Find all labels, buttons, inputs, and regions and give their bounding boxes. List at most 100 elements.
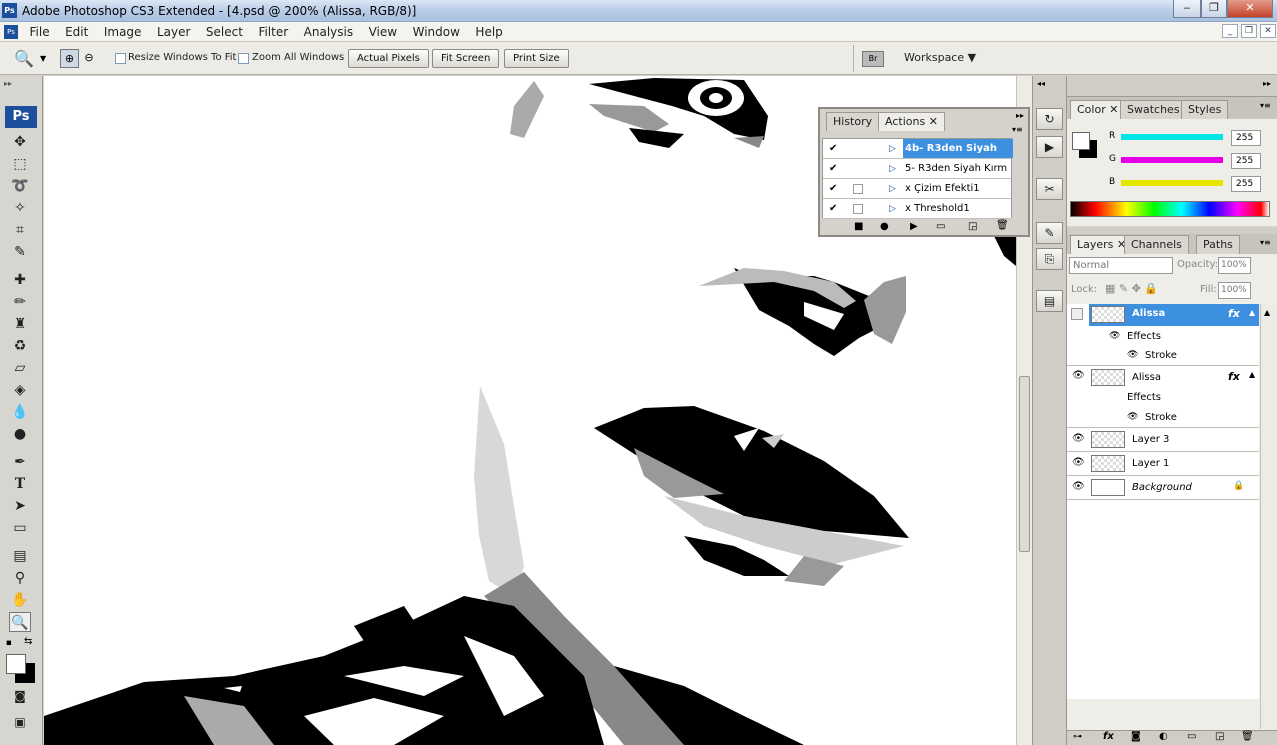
expand-icon[interactable]: ▷: [889, 139, 896, 159]
visibility-eye-icon[interactable]: 👁: [1072, 370, 1085, 381]
crop-tool-icon[interactable]: ⌗: [9, 220, 31, 240]
list-item[interactable]: ✔ ▷ x Çizim Efekti1: [823, 179, 1011, 199]
bridge-icon[interactable]: Br: [862, 51, 884, 67]
layer-row[interactable]: 👁 Background 🔒: [1067, 476, 1259, 500]
swap-colors-icon[interactable]: ⇆: [24, 636, 32, 647]
expand-effects-icon[interactable]: ▲: [1249, 370, 1255, 379]
clone-source-icon[interactable]: ⎘: [1036, 248, 1063, 270]
panel-expand-icon[interactable]: ◂◂: [1037, 79, 1045, 88]
stop-icon[interactable]: ■: [854, 221, 863, 232]
history-panel-icon[interactable]: ↻: [1036, 108, 1063, 130]
foreground-color-swatch[interactable]: [1072, 132, 1090, 150]
visibility-eye-icon[interactable]: 👁: [1072, 457, 1085, 468]
lasso-tool-icon[interactable]: ➰: [9, 176, 31, 196]
layer-style-icon[interactable]: fx: [1103, 731, 1114, 742]
panel-collapse-icon[interactable]: ▸▸: [4, 79, 12, 88]
panel-menu-icon[interactable]: ▾≡: [1260, 101, 1271, 110]
tab-swatches[interactable]: Swatches: [1120, 100, 1187, 119]
shape-tool-icon[interactable]: ▭: [9, 518, 31, 538]
menu-view[interactable]: View: [363, 22, 403, 42]
tab-channels[interactable]: Channels: [1124, 235, 1189, 254]
slice-tool-icon[interactable]: ✎: [9, 242, 31, 262]
actions-panel-icon[interactable]: ▶: [1036, 136, 1063, 158]
list-item[interactable]: ✔ ▷ 4b- R3den Siyah Be...: [823, 139, 1013, 174]
tab-history[interactable]: History: [826, 112, 880, 131]
doc-minimize-button[interactable]: _: [1222, 24, 1238, 38]
default-colors-icon[interactable]: ◾: [6, 638, 12, 647]
visibility-toggle[interactable]: [1071, 308, 1083, 320]
expand-icon[interactable]: ▷: [889, 199, 896, 219]
check-icon[interactable]: ✔: [829, 159, 837, 179]
color-ramp[interactable]: [1070, 201, 1270, 217]
marquee-tool-icon[interactable]: ⬚: [9, 154, 31, 174]
record-icon[interactable]: ●: [880, 221, 889, 232]
list-item[interactable]: ✔ ▷ 5- R3den Siyah Kırm ...: [823, 159, 1011, 194]
r-value-field[interactable]: 255: [1231, 130, 1261, 146]
menu-help[interactable]: Help: [469, 22, 508, 42]
scroll-thumb[interactable]: [1019, 376, 1030, 552]
actual-pixels-button[interactable]: Actual Pixels: [348, 49, 429, 68]
paint-bucket-icon[interactable]: ◈: [9, 380, 31, 400]
brushes-panel-icon[interactable]: ✎: [1036, 222, 1063, 244]
visibility-eye-icon[interactable]: 👁: [1072, 481, 1085, 492]
panel-menu-icon[interactable]: ▾≡: [1012, 125, 1023, 134]
zoom-all-windows-checkbox[interactable]: [238, 53, 249, 64]
new-group-icon[interactable]: ▭: [1187, 731, 1196, 742]
fx-icon[interactable]: fx: [1228, 307, 1240, 320]
menu-select[interactable]: Select: [200, 22, 249, 42]
print-size-button[interactable]: Print Size: [504, 49, 569, 68]
dodge-tool-icon[interactable]: ●: [9, 424, 31, 444]
new-set-icon[interactable]: ▭: [936, 221, 945, 232]
doc-close-button[interactable]: ✕: [1260, 24, 1276, 38]
document-icon[interactable]: Ps: [4, 25, 18, 39]
tab-paths[interactable]: Paths: [1196, 235, 1240, 254]
check-icon[interactable]: ✔: [829, 199, 837, 219]
g-value-field[interactable]: 255: [1231, 153, 1261, 169]
g-slider[interactable]: [1121, 157, 1223, 163]
workspace-menu[interactable]: Workspace ▼: [904, 51, 976, 64]
fill-field[interactable]: 100%: [1218, 282, 1251, 299]
expand-effects-icon[interactable]: ▲: [1249, 308, 1255, 317]
stroke-eye-icon[interactable]: 👁: [1127, 412, 1138, 422]
zoom-in-icon[interactable]: ⊕: [60, 49, 79, 68]
layer-row[interactable]: 👁 Layer 3: [1067, 428, 1259, 452]
layers-scrollbar[interactable]: ▲: [1260, 304, 1276, 729]
zoom-out-icon[interactable]: ⊖: [80, 49, 98, 68]
menu-filter[interactable]: Filter: [252, 22, 294, 42]
menu-window[interactable]: Window: [407, 22, 466, 42]
layer-row[interactable]: 👁 Layer 1: [1067, 452, 1259, 476]
hand-tool-icon[interactable]: ✋: [9, 590, 31, 610]
menu-image[interactable]: Image: [98, 22, 148, 42]
clone-stamp-icon[interactable]: ♜: [9, 314, 31, 334]
resize-windows-checkbox[interactable]: [115, 53, 126, 64]
close-button[interactable]: ✕: [1227, 0, 1273, 18]
check-icon[interactable]: ✔: [829, 179, 837, 199]
tab-styles[interactable]: Styles: [1181, 100, 1229, 119]
panel-menu-icon[interactable]: ▾≡: [1260, 238, 1271, 247]
quick-mask-icon[interactable]: ◙: [9, 686, 31, 706]
check-icon[interactable]: ✔: [829, 139, 837, 159]
pen-tool-icon[interactable]: ✒: [9, 452, 31, 472]
minimize-button[interactable]: ‒: [1173, 0, 1201, 18]
eraser-tool-icon[interactable]: ▱: [9, 358, 31, 378]
tool-preset-dropdown-icon[interactable]: ▼: [40, 54, 46, 63]
expand-icon[interactable]: ▷: [889, 159, 896, 179]
new-layer-icon[interactable]: ◲: [1215, 731, 1224, 742]
expand-icon[interactable]: ▷: [889, 179, 896, 199]
layer-mask-icon[interactable]: ◙: [1131, 731, 1141, 742]
type-tool-icon[interactable]: T: [9, 474, 31, 494]
path-selection-icon[interactable]: ➤: [9, 496, 31, 516]
tab-actions[interactable]: Actions ✕: [878, 112, 945, 131]
layer-row[interactable]: 👁 Alissa fx ▲ Effects 👁 Stroke: [1067, 366, 1259, 428]
lock-icons[interactable]: ▦ ✎ ✥ 🔒: [1105, 282, 1158, 295]
brush-tool-icon[interactable]: ✏: [9, 292, 31, 312]
tab-color[interactable]: Color ✕: [1070, 100, 1126, 119]
link-layers-icon[interactable]: ⊶: [1073, 732, 1082, 742]
close-tab-icon[interactable]: ✕: [1109, 103, 1118, 116]
menu-edit[interactable]: Edit: [59, 22, 94, 42]
trash-icon[interactable]: 🗑: [996, 220, 1009, 231]
visibility-eye-icon[interactable]: 👁: [1072, 433, 1085, 444]
notes-tool-icon[interactable]: ▤: [9, 546, 31, 566]
restore-button[interactable]: ❐: [1201, 0, 1227, 18]
new-action-icon[interactable]: ◲: [968, 221, 977, 232]
